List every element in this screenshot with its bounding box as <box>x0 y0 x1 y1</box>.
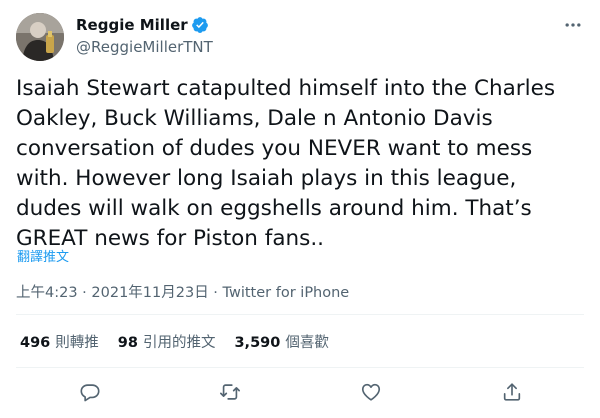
meta-separator: · <box>208 285 223 301</box>
author-handle[interactable]: @ReggieMillerTNT <box>76 38 213 56</box>
likes-stat[interactable]: 3,590 個喜歡 <box>234 331 328 352</box>
share-icon <box>501 381 523 407</box>
retweets-label: 則轉推 <box>55 335 99 351</box>
reply-icon <box>79 381 101 407</box>
tweet-source[interactable]: Twitter for iPhone <box>223 285 350 301</box>
quotes-stat[interactable]: 98 引用的推文 <box>118 331 216 352</box>
quotes-label: 引用的推文 <box>142 335 216 351</box>
translate-tweet-link[interactable]: 翻譯推文 <box>17 246 69 265</box>
more-dots-icon <box>563 15 583 39</box>
tweet-stats: 496 則轉推 98 引用的推文 3,590 個喜歡 <box>20 331 348 352</box>
avatar[interactable] <box>16 13 64 61</box>
share-button[interactable] <box>496 378 528 410</box>
author-block: Reggie Miller @ReggieMillerTNT <box>76 14 213 56</box>
tweet-card: Reggie Miller @ReggieMillerTNT Isaiah St… <box>0 0 600 418</box>
tweet-time[interactable]: 上午4:23 <box>16 285 78 301</box>
likes-label: 個喜歡 <box>285 335 329 351</box>
tweet-text: Isaiah Stewart catapulted himself into t… <box>16 76 556 251</box>
tweet-meta: 上午4:23 · 2021年11月23日 · Twitter for iPhon… <box>16 281 349 302</box>
retweets-count: 496 <box>20 335 51 351</box>
quotes-count: 98 <box>117 335 138 351</box>
likes-count: 3,590 <box>234 335 281 351</box>
meta-separator: · <box>77 285 92 301</box>
retweets-stat[interactable]: 496 則轉推 <box>20 331 99 352</box>
verified-badge-icon <box>191 16 209 34</box>
action-bar <box>0 378 600 410</box>
author-display-name[interactable]: Reggie Miller <box>76 16 188 34</box>
more-options-button[interactable] <box>560 14 586 40</box>
retweet-button[interactable] <box>214 378 246 410</box>
divider <box>16 367 584 368</box>
tweet-date[interactable]: 2021年11月23日 <box>91 285 208 301</box>
like-button[interactable] <box>355 378 387 410</box>
divider <box>16 314 584 315</box>
retweet-icon <box>219 381 241 407</box>
heart-icon <box>360 381 382 407</box>
reply-button[interactable] <box>74 378 106 410</box>
